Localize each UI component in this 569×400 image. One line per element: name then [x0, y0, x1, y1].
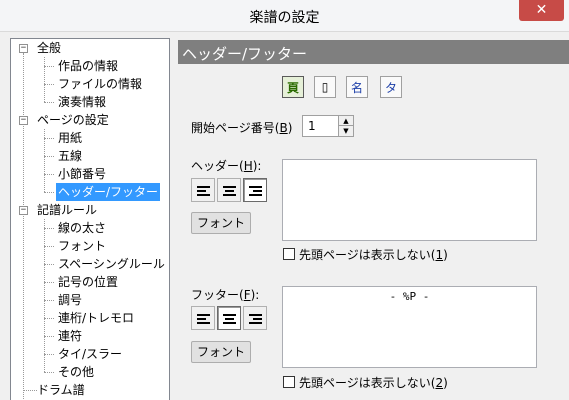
tree-line — [44, 138, 54, 139]
header-align-center-button[interactable] — [217, 178, 241, 202]
page-number-icon[interactable]: 頁 — [282, 76, 304, 98]
tree-line — [44, 264, 54, 265]
tree-line — [44, 156, 54, 157]
tree-item-header-footer[interactable]: ヘッダー/フッター — [56, 183, 161, 201]
tree-line — [44, 102, 54, 103]
header-skip-first-page-checkbox[interactable] — [283, 248, 295, 260]
name-icon[interactable]: 名 — [346, 76, 368, 98]
pages-icon[interactable]: ▯ — [314, 76, 336, 98]
footer-skip-first-page-label: 先頭ページは表示しない(2) — [299, 376, 448, 390]
tree-item-line-thickness[interactable]: 線の太さ — [56, 219, 108, 237]
tree-line — [44, 84, 54, 85]
collapse-toggle-icon[interactable]: − — [19, 116, 28, 125]
tree-line — [44, 57, 45, 102]
tree-item-drum-notation[interactable]: ドラム譜 — [35, 381, 87, 399]
title-icon[interactable]: タ — [380, 76, 402, 98]
header-text-area[interactable] — [282, 159, 537, 241]
footer-font-button[interactable]: フォント — [191, 341, 251, 363]
spin-up-icon[interactable]: ▲ — [338, 116, 353, 126]
tree-line — [44, 282, 54, 283]
footer-align-center-button[interactable] — [217, 306, 241, 330]
footer-align-right-button[interactable] — [243, 306, 267, 330]
start-page-spinner[interactable]: 1 ▲ ▼ — [302, 115, 354, 137]
tree-item-performance-info[interactable]: 演奏情報 — [56, 93, 108, 111]
footer-content: - %P - — [389, 290, 430, 303]
tree-line — [44, 300, 54, 301]
tree-line — [23, 53, 24, 399]
tree-item-key-signature[interactable]: 調号 — [56, 291, 84, 309]
header-align-right-button[interactable] — [243, 178, 267, 202]
close-button[interactable]: ✕ — [519, 0, 564, 21]
settings-tree[interactable]: − 全般 作品の情報 ファイルの情報 演奏情報 − ページの設定 用紙 五線 小… — [10, 38, 170, 400]
header-align-left-button[interactable] — [191, 178, 215, 202]
tree-line — [44, 219, 45, 372]
start-page-label: 開始ページ番号(B) — [191, 121, 293, 135]
panel-header: ヘッダー/フッター — [178, 40, 569, 64]
tree-item-spacing-rules[interactable]: スペーシングルール — [56, 255, 167, 273]
tree-item-general[interactable]: 全般 — [35, 39, 63, 57]
start-page-value[interactable]: 1 — [308, 119, 316, 133]
header-skip-first-page-label: 先頭ページは表示しない(1) — [299, 248, 448, 262]
header-font-button[interactable]: フォント — [191, 212, 251, 234]
tree-item-beam-tremolo[interactable]: 連桁/トレモロ — [56, 309, 136, 327]
tree-item-notation-rules[interactable]: 記譜ルール — [35, 201, 99, 219]
panel-title: ヘッダー/フッター — [182, 45, 308, 63]
tree-line — [44, 354, 54, 355]
tree-item-fonts[interactable]: フォント — [56, 237, 108, 255]
footer-label: フッター(F): — [191, 288, 260, 302]
tree-line — [44, 192, 54, 193]
window-title: 楽譜の設定 — [249, 10, 320, 26]
header-label: ヘッダー(H): — [191, 159, 262, 173]
tree-line — [44, 246, 54, 247]
title-bar: 楽譜の設定 ✕ — [0, 0, 569, 32]
spin-down-icon[interactable]: ▼ — [338, 126, 353, 136]
footer-align-left-button[interactable] — [191, 306, 215, 330]
tree-item-tie-slur[interactable]: タイ/スラー — [56, 345, 124, 363]
tree-item-tuplets[interactable]: 連符 — [56, 327, 84, 345]
tree-line — [44, 318, 54, 319]
tree-line — [44, 372, 54, 373]
tree-item-other[interactable]: その他 — [56, 363, 96, 381]
tree-item-file-info[interactable]: ファイルの情報 — [56, 75, 144, 93]
tree-item-paper[interactable]: 用紙 — [56, 129, 84, 147]
tree-item-work-info[interactable]: 作品の情報 — [56, 57, 120, 75]
tree-item-symbol-position[interactable]: 記号の位置 — [56, 273, 120, 291]
collapse-toggle-icon[interactable]: − — [19, 44, 28, 53]
tree-line — [44, 66, 54, 67]
collapse-toggle-icon[interactable]: − — [19, 206, 28, 215]
footer-text-area[interactable]: - %P - — [282, 286, 537, 368]
tree-item-measure-numbers[interactable]: 小節番号 — [56, 165, 108, 183]
tree-item-page-settings[interactable]: ページの設定 — [35, 111, 111, 129]
tree-line — [44, 174, 54, 175]
footer-skip-first-page-checkbox[interactable] — [283, 376, 295, 388]
tree-line — [44, 336, 54, 337]
tree-item-staff[interactable]: 五線 — [56, 147, 84, 165]
tree-line — [44, 228, 54, 229]
